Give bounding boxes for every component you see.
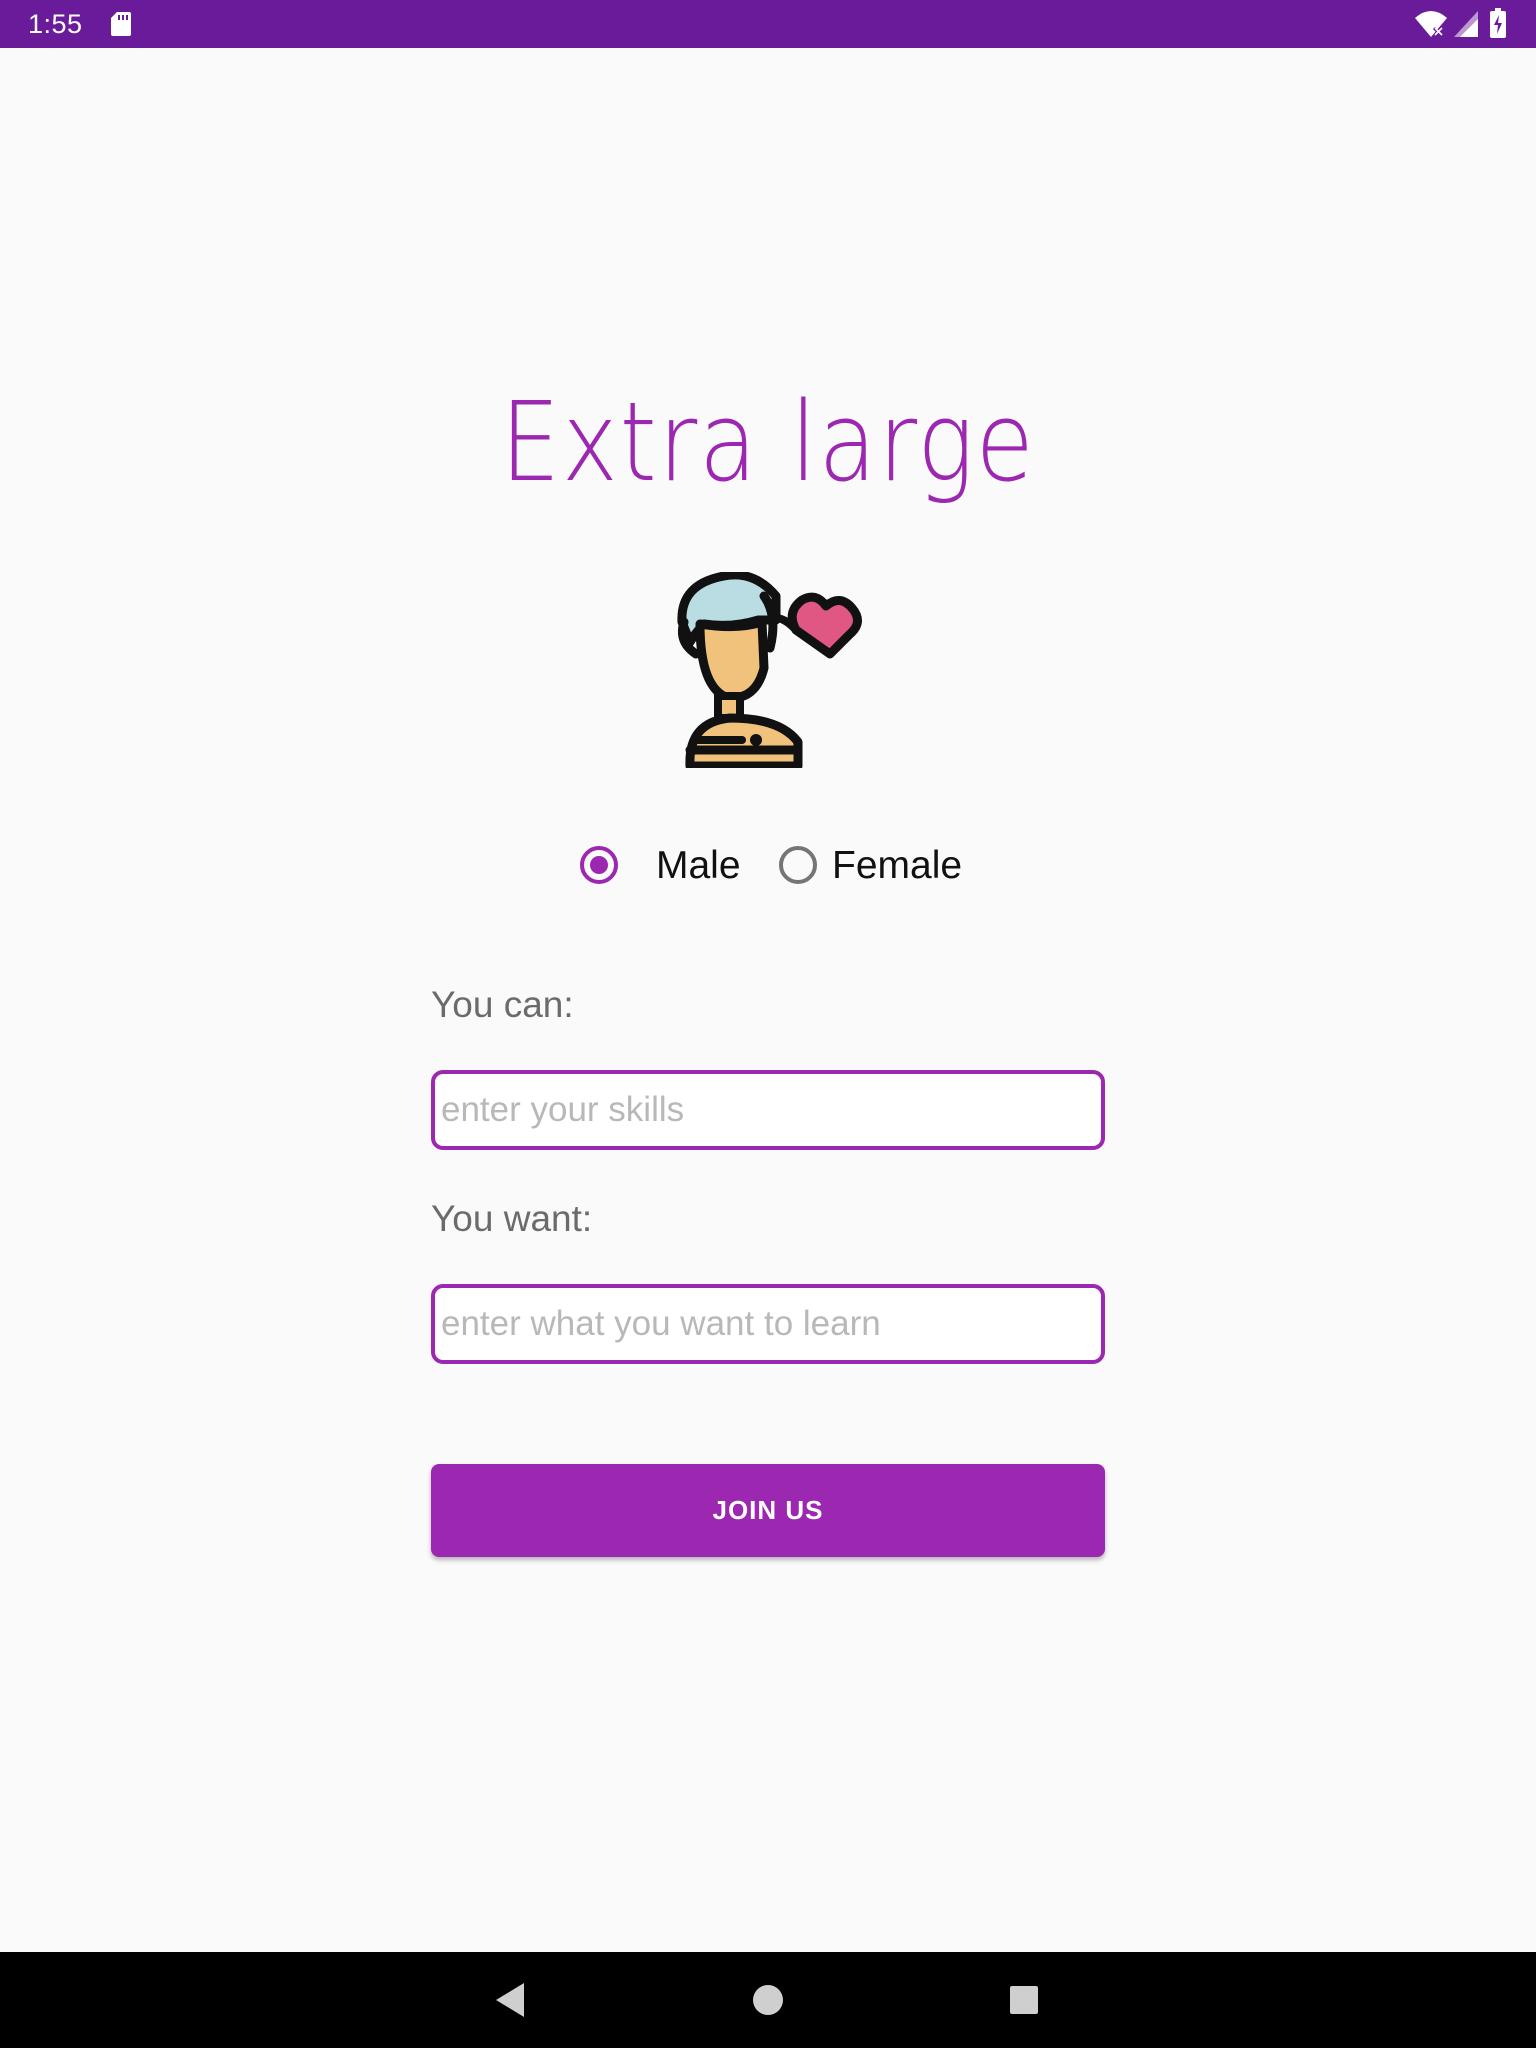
- navigation-bar: [0, 1952, 1536, 2048]
- female-radio-button[interactable]: [778, 845, 818, 885]
- sd-card-icon: [111, 12, 131, 36]
- status-time: 1:55: [28, 9, 83, 39]
- want-input[interactable]: [431, 1284, 1105, 1364]
- gender-radio-group: Male Female: [0, 835, 1536, 895]
- back-icon[interactable]: [494, 1981, 526, 2019]
- page-title: Extra large: [500, 378, 1036, 506]
- female-label[interactable]: Female: [832, 843, 962, 889]
- person-with-heart-icon: [677, 572, 862, 768]
- status-bar: 1:55: [0, 0, 1536, 48]
- recents-icon[interactable]: [1008, 1984, 1040, 2016]
- male-label[interactable]: Male: [656, 843, 741, 889]
- skills-label: You can:: [431, 984, 574, 1025]
- wifi-icon: [1415, 11, 1447, 38]
- signal-icon: [1454, 11, 1478, 37]
- home-icon[interactable]: [751, 1983, 785, 2017]
- male-radio-button[interactable]: [579, 845, 619, 885]
- skills-input[interactable]: [431, 1070, 1105, 1150]
- battery-icon: [1490, 8, 1506, 38]
- want-label: You want:: [431, 1198, 593, 1239]
- join-us-button[interactable]: JOIN US: [431, 1464, 1105, 1557]
